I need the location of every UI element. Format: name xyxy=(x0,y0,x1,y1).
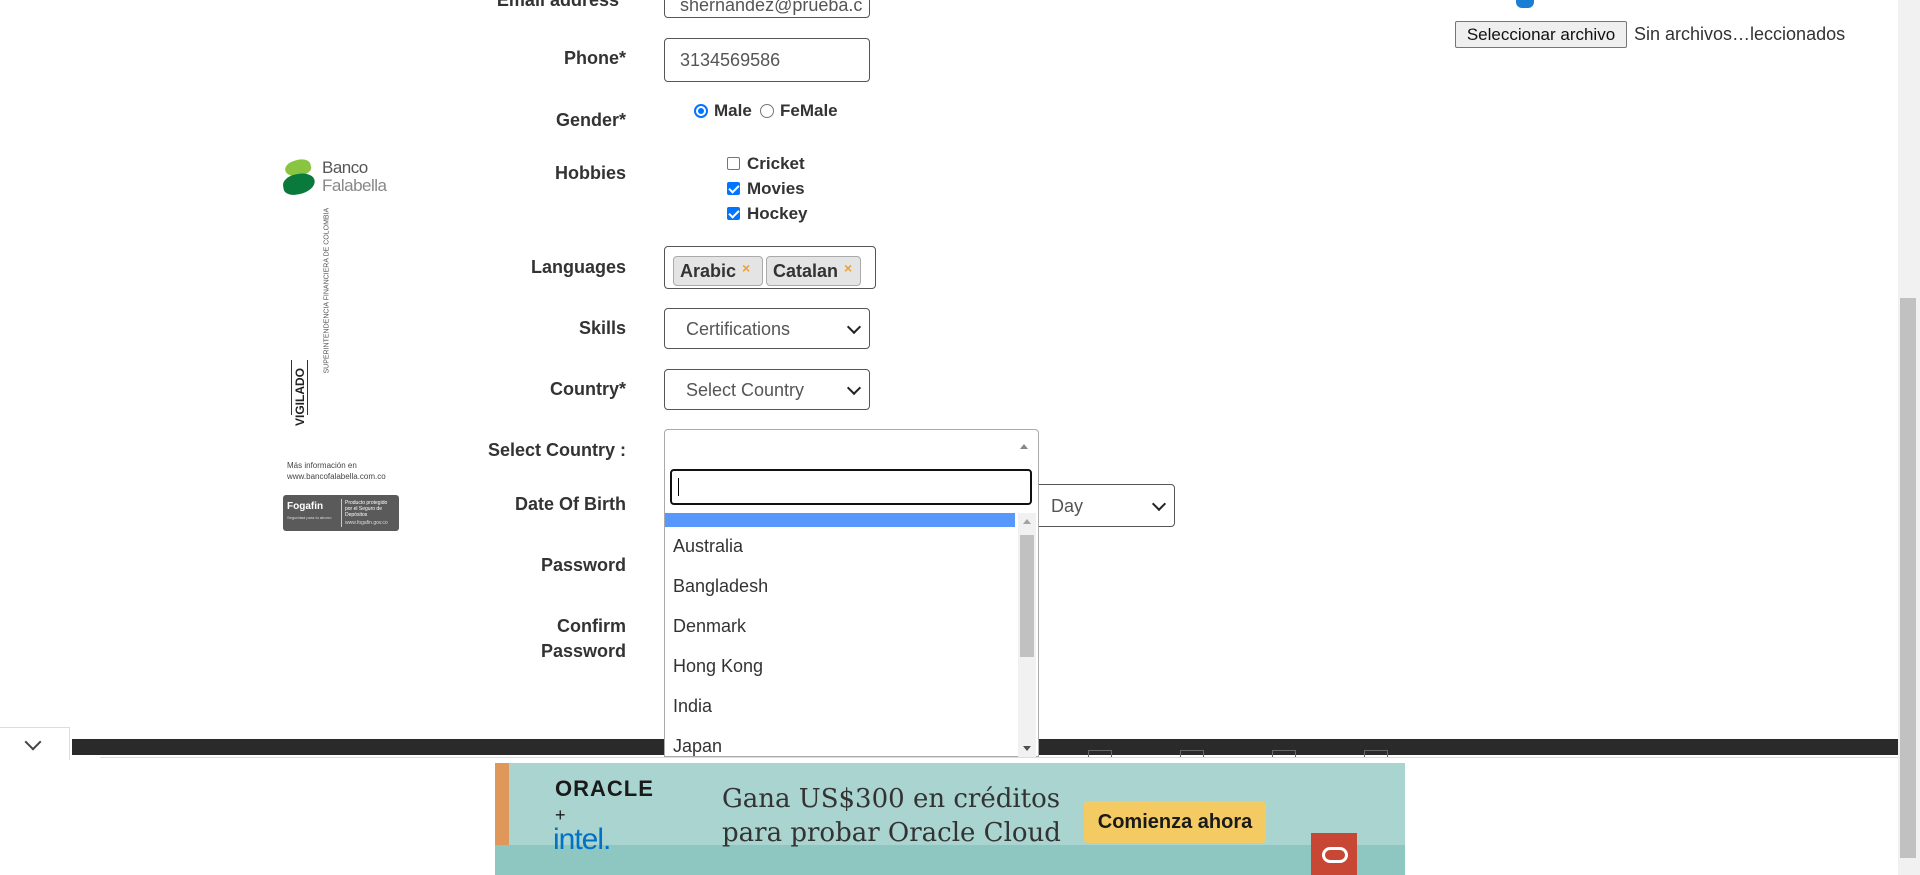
oracle-o-icon xyxy=(1311,833,1357,875)
falabella-logo-icon xyxy=(281,156,317,197)
footer-icon-1 xyxy=(1088,750,1112,757)
vigilado-line xyxy=(291,360,292,415)
gender-label: Gender* xyxy=(555,110,626,130)
hobby-hockey-label: Hockey xyxy=(747,204,808,223)
caret-up-icon xyxy=(1020,444,1028,449)
chevron-down-icon xyxy=(846,380,862,395)
scroll-up-arrow-icon[interactable] xyxy=(1023,519,1031,524)
oracle-banner-ad[interactable]: ORACLE + intel. Gana US$300 en créditos … xyxy=(495,763,1405,875)
fogafin-label: Fogafin xyxy=(287,501,324,512)
dob-day-value: Day xyxy=(1051,496,1084,516)
page-scrollbar[interactable] xyxy=(1898,0,1920,875)
chevron-down-icon xyxy=(24,733,42,751)
file-status-text: Sin archivos…leccionados xyxy=(1634,24,1846,44)
banner-headline-line1: Gana US$300 en créditos xyxy=(722,784,1061,814)
hobby-hockey-checkbox[interactable] xyxy=(727,207,740,220)
footer-icon-2 xyxy=(1180,750,1204,757)
country-option[interactable]: Australia xyxy=(673,536,743,557)
confirm-password-label-2: Password xyxy=(540,641,626,661)
fogafin-divider xyxy=(341,499,342,527)
vigilado-line-2 xyxy=(307,360,308,415)
remove-arabic-icon[interactable]: × xyxy=(742,260,750,276)
footer-icon-3 xyxy=(1272,750,1296,757)
language-tag-arabic: Arabic × xyxy=(673,256,763,286)
footer-icon-4 xyxy=(1364,750,1388,757)
more-info-line2: www.bancofalabella.com.co xyxy=(287,472,386,481)
country-search-input[interactable] xyxy=(670,469,1032,505)
dropdown-scrollbar[interactable] xyxy=(1018,513,1036,757)
confirm-password-label-1: Confirm xyxy=(557,616,626,636)
hobby-cricket-checkbox[interactable] xyxy=(727,157,740,170)
chevron-down-icon xyxy=(1151,496,1167,511)
phone-label: Phone* xyxy=(563,48,626,68)
fogafin-subtext: Producto protegido por el Seguro de Depó… xyxy=(345,500,388,518)
banner-water-texture xyxy=(495,845,1405,875)
collapse-ad-button[interactable] xyxy=(0,727,70,760)
banner-cta-button[interactable]: Comienza ahora xyxy=(1084,801,1266,843)
dropdown-scrollbar-thumb[interactable] xyxy=(1020,535,1034,657)
select-country-combobox[interactable] xyxy=(664,429,1039,464)
hobby-cricket-label: Cricket xyxy=(747,154,805,173)
gender-male-radio[interactable] xyxy=(694,104,708,118)
upload-icon xyxy=(1516,0,1534,8)
password-label: Password xyxy=(540,555,626,575)
gender-male-label: Male xyxy=(714,101,752,120)
skills-select[interactable]: Certifications xyxy=(664,308,870,349)
sidebar-ad[interactable]: Banco Falabella SUPERINTENDENCIA FINANCI… xyxy=(280,150,405,540)
page-scrollbar-thumb[interactable] xyxy=(1900,298,1916,858)
gender-female-radio[interactable] xyxy=(760,104,774,118)
remove-catalan-icon[interactable]: × xyxy=(844,260,852,276)
email-label: Email address* xyxy=(496,0,626,10)
language-tag-arabic-label: Arabic xyxy=(680,261,737,281)
oracle-logo: ORACLE xyxy=(555,776,654,801)
bank-logo-line1: Banco xyxy=(322,158,368,177)
vigilado-text: VIGILADO xyxy=(293,368,307,427)
country-option[interactable]: India xyxy=(673,696,712,717)
email-input[interactable]: shernandez@prueba.c xyxy=(664,0,870,18)
choose-file-button[interactable]: Seleccionar archivo xyxy=(1455,21,1627,48)
intel-logo: intel. xyxy=(553,823,611,856)
country-value: Select Country xyxy=(686,380,805,400)
gender-female-label: FeMale xyxy=(780,101,838,120)
country-option[interactable]: Bangladesh xyxy=(673,576,768,597)
footer-bar-underline xyxy=(100,757,1898,758)
fogafin-tagline: Seguridad para tu ahorro xyxy=(287,515,332,520)
chevron-down-icon xyxy=(846,319,862,334)
text-caret xyxy=(678,478,679,496)
phone-input[interactable]: 3134569586 xyxy=(664,38,870,82)
country-select[interactable]: Select Country xyxy=(664,369,870,410)
phone-value: 3134569586 xyxy=(680,50,781,70)
country-option[interactable]: Denmark xyxy=(673,616,746,637)
superintendencia-text: SUPERINTENDENCIA FINANCIERA DE COLOMBIA xyxy=(323,207,331,374)
hobby-movies-label: Movies xyxy=(747,179,805,198)
language-tag-catalan: Catalan × xyxy=(766,256,861,286)
hobby-movies-checkbox[interactable] xyxy=(727,182,740,195)
banner-headline-line2: para probar Oracle Cloud xyxy=(722,818,1061,848)
dob-day-select[interactable]: Day xyxy=(1030,484,1175,527)
email-value: shernandez@prueba.c xyxy=(680,0,863,15)
fogafin-badge: Fogafin Seguridad para tu ahorro Product… xyxy=(283,495,399,531)
dropdown-highlighted-option[interactable] xyxy=(665,513,1015,527)
more-info-line1: Más información en xyxy=(287,461,357,470)
fogafin-url: www.fogafin.gov.co xyxy=(345,520,388,526)
skills-value: Certifications xyxy=(686,319,791,339)
bank-logo-line2: Falabella xyxy=(322,176,387,195)
language-tag-catalan-label: Catalan xyxy=(773,261,839,281)
country-option[interactable]: Japan xyxy=(673,736,722,757)
country-option[interactable]: Hong Kong xyxy=(673,656,763,677)
country-dropdown xyxy=(664,463,1039,757)
scroll-down-arrow-icon[interactable] xyxy=(1023,746,1031,751)
